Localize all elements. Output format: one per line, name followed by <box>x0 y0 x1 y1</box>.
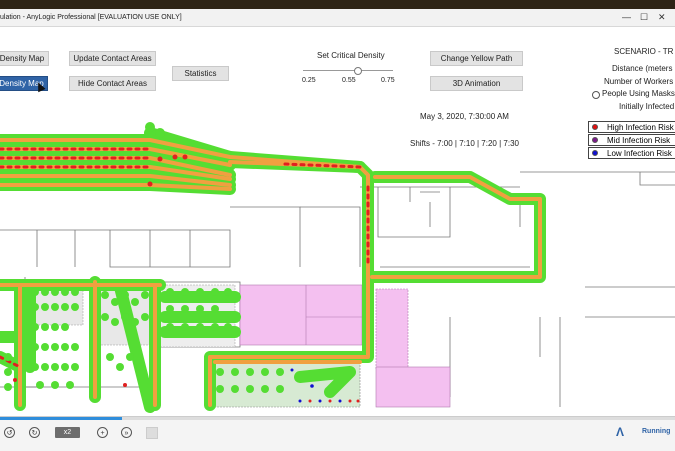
critical-density-slider[interactable] <box>303 67 393 75</box>
update-contact-areas-label: Update Contact Areas <box>73 54 152 63</box>
shifts-text: Shifts - 7:00 | 7:10 | 7:20 | 7:30 <box>410 139 519 148</box>
slider-max-label: 0.75 <box>381 77 395 84</box>
legend-high-label: High Infection Risk <box>607 123 674 132</box>
density-map-button[interactable]: Density Map <box>0 51 49 66</box>
fast-forward-icon[interactable]: » <box>121 427 132 438</box>
hide-contact-areas-label: Hide Contact Areas <box>78 79 147 88</box>
window-title: ulation - AnyLogic Professional [EVALUAT… <box>0 14 182 21</box>
step-back-icon[interactable]: ↻ <box>29 427 40 438</box>
infected-label: Initially Infected <box>619 102 675 111</box>
slider-min-label: 0.25 <box>302 77 316 84</box>
workers-label: Number of Workers <box>604 77 674 86</box>
risk-legend: High Infection Risk Mid Infection Risk L… <box>588 121 675 161</box>
simulation-canvas[interactable]: Density Map Density Map Update Contact A… <box>0 27 675 415</box>
masks-label: People Using Masks <box>602 89 675 98</box>
legend-mid: Mid Infection Risk <box>588 134 675 146</box>
speed-up-icon[interactable]: + <box>97 427 108 438</box>
window-titlebar: ulation - AnyLogic Professional [EVALUAT… <box>0 9 675 27</box>
progress-fill <box>0 417 122 420</box>
masks-radio[interactable] <box>592 91 600 99</box>
minimize-icon[interactable]: — <box>622 9 631 26</box>
legend-low-label: Low Infection Risk <box>607 149 672 158</box>
hide-contact-areas-button[interactable]: Hide Contact Areas <box>69 76 156 91</box>
distance-label: Distance (meters <box>612 64 673 73</box>
slider-track <box>303 70 393 71</box>
high-risk-dot-icon <box>592 124 598 130</box>
close-icon[interactable]: ✕ <box>658 9 666 26</box>
stop-icon[interactable] <box>146 427 158 439</box>
update-contact-areas-button[interactable]: Update Contact Areas <box>69 51 156 66</box>
critical-density-label: Set Critical Density <box>317 51 385 60</box>
3d-animation-label: 3D Animation <box>452 79 501 88</box>
legend-high: High Infection Risk <box>588 121 675 133</box>
statistics-label: Statistics <box>184 69 217 78</box>
legend-mid-label: Mid Infection Risk <box>607 136 671 145</box>
change-yellow-path-button[interactable]: Change Yellow Path <box>430 51 523 66</box>
statistics-button[interactable]: Statistics <box>172 66 229 81</box>
os-top-strip <box>0 0 675 9</box>
slider-thumb[interactable] <box>354 67 362 75</box>
sim-progress-bar <box>0 417 675 420</box>
run-status: Running <box>642 428 671 435</box>
playback-toolbar: ↺ ↻ x2 + » Λ Running <box>0 416 675 451</box>
speed-display[interactable]: x2 <box>55 427 80 438</box>
density-map-label: Density Map <box>0 54 45 63</box>
anylogic-logo-icon: Λ <box>616 425 625 439</box>
low-risk-dot-icon <box>592 150 598 156</box>
legend-low: Low Infection Risk <box>588 147 675 159</box>
slider-mid-label: 0.55 <box>342 77 356 84</box>
rewind-icon[interactable]: ↺ <box>4 427 15 438</box>
change-yellow-path-label: Change Yellow Path <box>440 54 513 63</box>
scenario-title: SCENARIO - TR <box>614 47 674 56</box>
mid-risk-dot-icon <box>592 137 598 143</box>
maximize-icon[interactable]: ☐ <box>640 9 648 26</box>
sim-datetime: May 3, 2020, 7:30:00 AM <box>420 112 509 121</box>
3d-animation-button[interactable]: 3D Animation <box>430 76 523 91</box>
